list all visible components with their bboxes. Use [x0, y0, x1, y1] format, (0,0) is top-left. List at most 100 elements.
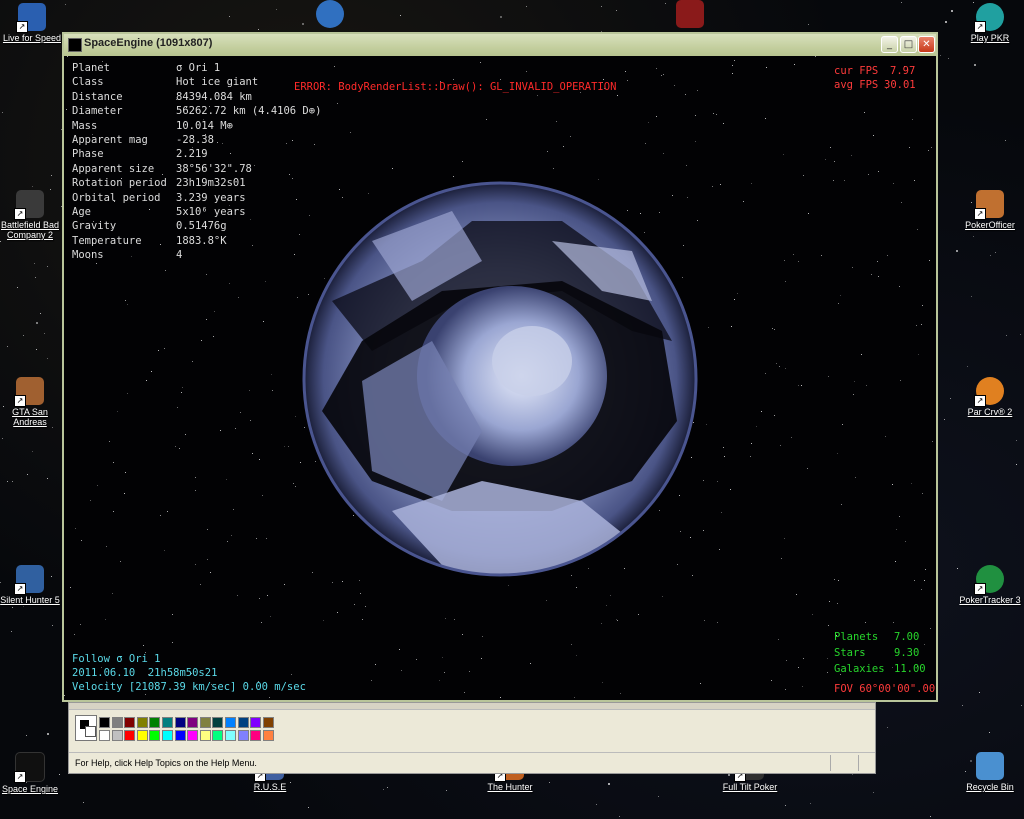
desktop-icon-space-engine[interactable]: ↗ Space Engine [0, 752, 62, 794]
desktop-icon-play-pkr[interactable]: ↗ Play PKR [958, 3, 1022, 43]
star [113, 511, 114, 512]
palette-swatch[interactable] [136, 730, 148, 741]
desktop-icon-pokertracker[interactable]: ↗ PokerTracker 3 [958, 565, 1022, 605]
star [686, 165, 687, 166]
palette-swatch[interactable] [174, 730, 186, 741]
planet-render [302, 181, 698, 577]
star [164, 550, 165, 551]
palette-swatch[interactable] [262, 717, 274, 728]
info-value: 56262.72 km (4.4106 D⊕) [176, 105, 322, 118]
palette-swatch[interactable] [124, 717, 136, 728]
desktop-icon-gta[interactable]: ↗ GTA San Andreas [0, 377, 62, 427]
palette-swatch[interactable] [250, 730, 262, 741]
desktop-icon-silent-hunter[interactable]: ↗ Silent Hunter 5 [0, 565, 62, 605]
star [266, 538, 267, 539]
star [117, 411, 118, 412]
palette-swatch[interactable] [174, 717, 186, 728]
star [399, 649, 400, 650]
palette-swatch[interactable] [225, 730, 236, 741]
mag-planets-label: Planets [834, 631, 879, 643]
star [120, 561, 121, 562]
paint-window[interactable]: For Help, click Help Topics on the Help … [68, 702, 876, 774]
minimize-button[interactable]: _ [881, 36, 898, 53]
desktop-icon-par[interactable]: ↗ Par Crv® 2 [958, 377, 1022, 417]
spaceengine-window[interactable]: SpaceEngine (1091x807) _ □ ✕ Planet σ Or… [62, 32, 938, 702]
palette-swatch[interactable] [111, 730, 123, 741]
star [812, 614, 813, 615]
palette-swatch[interactable] [99, 717, 110, 728]
star [796, 594, 797, 595]
star [124, 493, 125, 494]
palette-swatch[interactable] [149, 730, 161, 741]
star [798, 667, 799, 668]
star [442, 657, 443, 658]
palette-swatch[interactable] [111, 717, 123, 728]
star [439, 680, 440, 681]
spaceengine-app-icon[interactable] [68, 38, 82, 52]
mag-planets-value: 7.00 [894, 631, 920, 643]
star [67, 56, 68, 57]
current-colors-box[interactable] [75, 715, 97, 741]
palette-swatch[interactable] [199, 717, 211, 728]
render-viewport[interactable]: Planet σ Ori 1 Class Hot ice giant Distance 8… [64, 56, 936, 700]
star [924, 580, 925, 581]
palette-swatch[interactable] [136, 717, 148, 728]
star [721, 512, 722, 513]
palette-swatch[interactable] [250, 717, 262, 728]
star [802, 686, 803, 687]
palette-swatch[interactable] [262, 730, 274, 741]
palette-swatch[interactable] [199, 730, 211, 741]
desktop-icon-racing-app[interactable] [658, 0, 722, 30]
star [256, 538, 257, 539]
desktop-icon-live-for-speed[interactable]: ↗ Live for Speed [0, 3, 64, 43]
palette-swatch[interactable] [162, 730, 173, 741]
star [784, 260, 785, 261]
star [731, 326, 732, 327]
fps-avg-label: avg FPS [834, 79, 879, 91]
star [893, 622, 894, 623]
star [284, 446, 285, 447]
info-key: Age [72, 205, 91, 218]
space-engine-icon: ↗ [14, 752, 45, 783]
palette-swatch[interactable] [149, 717, 161, 728]
star [288, 446, 289, 447]
desktop-icon-battlefield[interactable]: ↗ Battlefield Bad Company 2 [0, 190, 62, 240]
palette-swatch[interactable] [225, 717, 236, 728]
par-icon: ↗ [974, 377, 1004, 407]
object-info-panel: Planet σ Ori 1 Class Hot ice giant Distance 8… [72, 62, 321, 263]
star [838, 303, 839, 304]
star [17, 287, 18, 288]
info-key: Class [72, 76, 104, 89]
title-bar[interactable]: SpaceEngine (1091x807) _ □ ✕ [64, 34, 936, 56]
star [751, 183, 752, 184]
palette-swatch[interactable] [162, 717, 173, 728]
star [195, 564, 196, 565]
star [716, 114, 717, 115]
star [574, 697, 575, 698]
date-time: 2011.06.10 21h58m50s21 [72, 667, 218, 679]
maximize-button[interactable]: □ [900, 36, 917, 53]
planet-app-icon [316, 0, 344, 28]
close-button[interactable]: ✕ [918, 36, 935, 53]
star [918, 354, 919, 355]
star [125, 472, 126, 473]
star [195, 490, 196, 491]
desktop-icon-recycle-bin[interactable]: Recycle Bin [958, 752, 1022, 792]
star [500, 697, 501, 698]
palette-swatch[interactable] [187, 730, 199, 741]
palette-swatch[interactable] [99, 730, 110, 741]
star [808, 24, 809, 25]
palette-swatch[interactable] [187, 717, 199, 728]
palette-swatch[interactable] [212, 717, 224, 728]
desktop-icon-poker-officer[interactable]: ↗ PokerOfficer [958, 190, 1022, 230]
star [295, 416, 296, 417]
palette-swatch[interactable] [124, 730, 136, 741]
star [723, 123, 724, 124]
palette-swatch[interactable] [212, 730, 224, 741]
star [269, 697, 270, 698]
star [226, 479, 227, 480]
desktop-icon-planet-app[interactable] [298, 0, 362, 30]
info-key: Temperature [72, 234, 142, 247]
palette-swatch[interactable] [237, 730, 249, 741]
palette-swatch[interactable] [237, 717, 249, 728]
